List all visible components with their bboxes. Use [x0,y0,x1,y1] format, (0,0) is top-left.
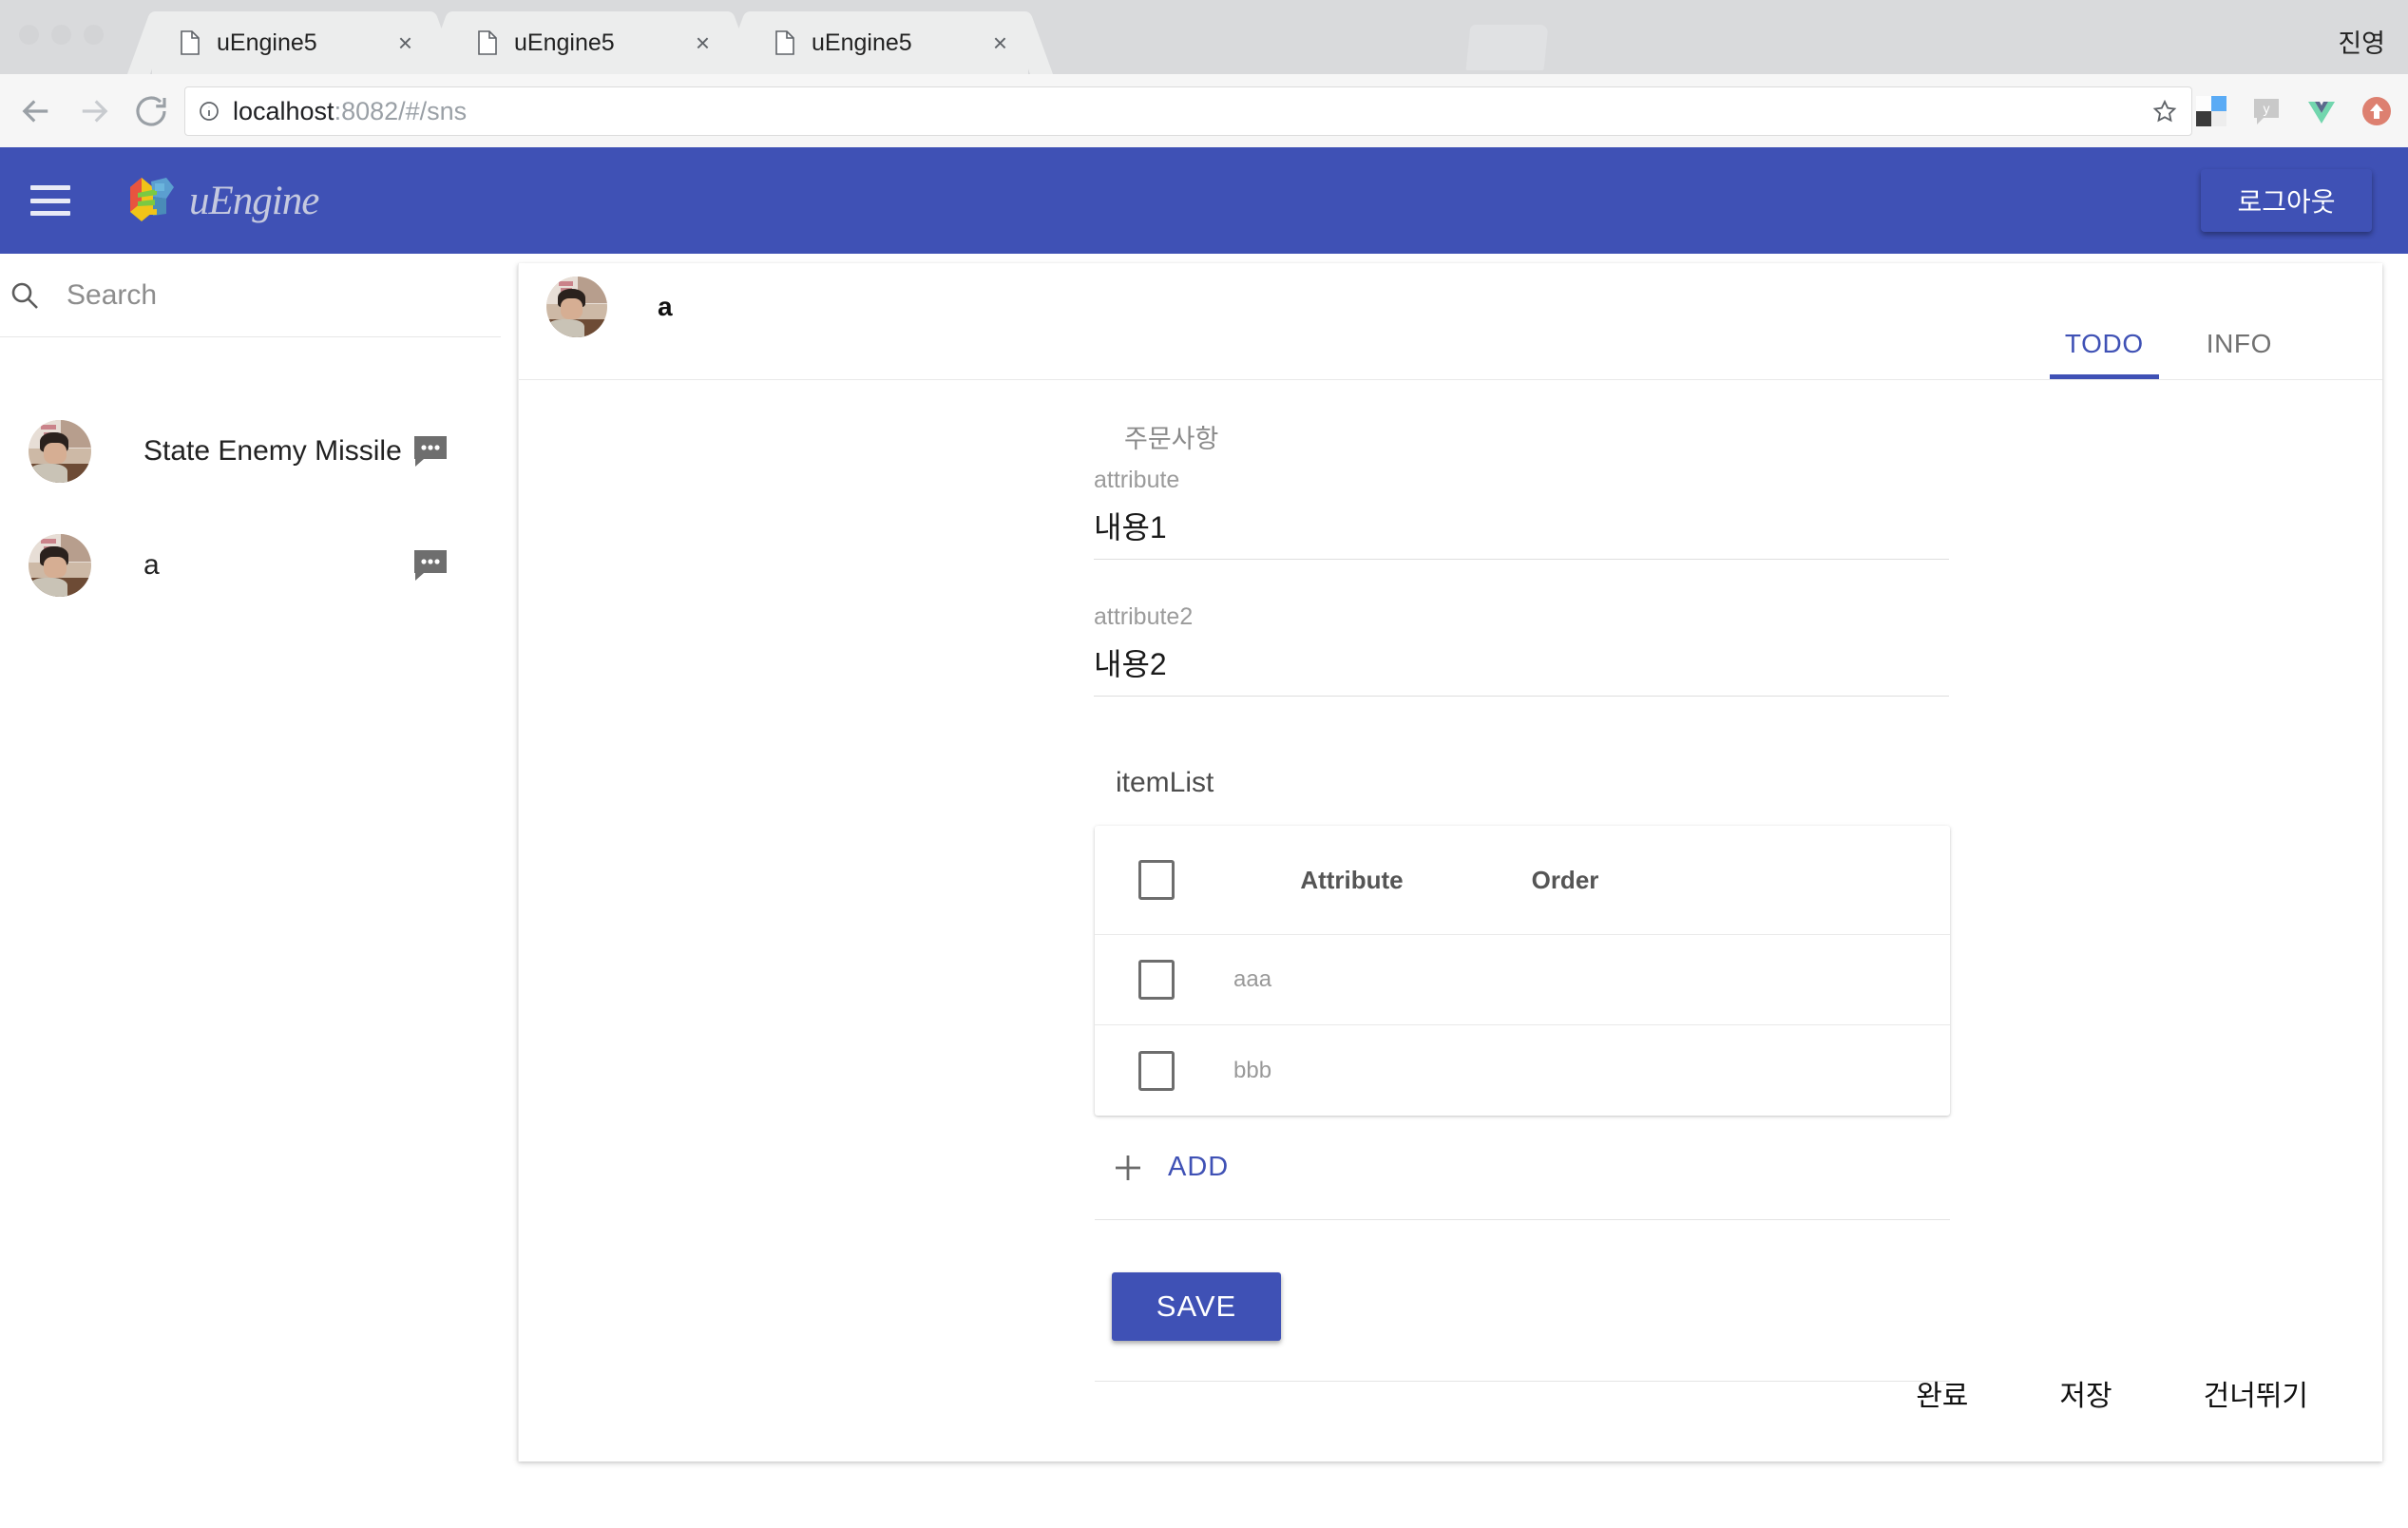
chat-bubble-icon[interactable] [411,546,449,584]
column-header-attribute: Attribute [1300,865,1404,894]
avatar [29,534,91,597]
search-row[interactable] [0,254,501,337]
hamburger-menu-icon[interactable] [30,185,70,216]
browser-tab-2[interactable]: uEngine5 × [449,11,731,74]
row-select-cell[interactable] [1095,960,1218,1000]
field-value[interactable]: 내용1 [1094,504,1949,559]
field-label: attribute [1094,467,1180,493]
list-item[interactable]: a [0,508,518,622]
content-header: a TODO INFO [519,263,2382,380]
browser-toolbar: localhost:8082/#/sns y [0,74,2408,147]
save-row: SAVE [1095,1220,1950,1382]
column-header-order: Order [1531,865,1599,894]
browser-tab-label: uEngine5 [217,29,317,56]
minimize-window-button[interactable] [51,25,71,45]
list-title: itemList [1116,767,1214,798]
row-select-cell[interactable] [1095,1050,1218,1091]
search-icon [8,278,42,313]
info-icon[interactable] [198,100,220,123]
address-bar-url: localhost:8082/#/sns [233,97,467,126]
checkbox-icon[interactable] [1138,960,1175,1000]
color-swatch-extension-icon[interactable] [2195,95,2227,127]
document-icon [181,30,200,55]
browser-tab-1[interactable]: uEngine5 × [152,11,433,74]
document-icon [775,30,794,55]
app-header: uEngine 로그아웃 [0,147,2408,254]
chat-bubble-icon[interactable] [411,432,449,470]
browser-tab-label: uEngine5 [514,29,615,56]
close-window-button[interactable] [19,25,39,45]
forward-arrow-icon[interactable] [74,91,114,131]
content-tabs: TODO INFO [2034,329,2303,379]
back-arrow-icon[interactable] [16,91,56,131]
avatar [546,277,607,337]
close-icon[interactable]: × [398,30,412,55]
window-traffic-lights[interactable] [19,25,104,45]
contact-list: State Enemy Missile a [0,394,518,622]
document-icon [478,30,497,55]
main-content-card: a TODO INFO 주문사항 attribute 내용1 attribute… [518,263,2382,1461]
reload-icon[interactable] [131,91,171,131]
checkbox-select-all-icon[interactable] [1138,860,1175,900]
cell-attribute: bbb [1233,1057,1272,1083]
browser-profile-name[interactable]: 진영 [2338,23,2385,60]
tab-todo[interactable]: TODO [2034,329,2175,379]
table-row[interactable]: bbb [1095,1025,1950,1116]
item-table: Attribute Order aaa bbb [1095,826,1950,1116]
field-value[interactable]: 내용2 [1094,640,1949,696]
address-bar[interactable]: localhost:8082/#/sns [184,86,2192,136]
close-icon[interactable]: × [993,30,1007,55]
checkbox-icon[interactable] [1138,1050,1175,1091]
table-header-row: Attribute Order [1095,826,1950,935]
select-all-cell[interactable] [1095,860,1218,900]
field-attribute[interactable]: attribute 내용1 [1094,455,1949,560]
vue-devtools-extension-icon[interactable] [2305,95,2338,127]
avatar [29,420,91,483]
url-host: localhost [233,96,334,125]
contact-name: State Enemy Missile [143,435,402,467]
yammer-extension-icon[interactable]: y [2250,95,2283,127]
url-path: :8082/#/sns [334,96,468,125]
footer-actions: 완료 저장 건너뛰기 [519,1372,2382,1414]
skip-button[interactable]: 건너뛰기 [2158,1372,2354,1414]
maximize-window-button[interactable] [84,25,104,45]
new-tab-button[interactable] [1465,25,1549,70]
plus-icon [1111,1151,1145,1185]
cell-attribute: aaa [1233,966,1272,992]
extension-icons: y [2195,95,2393,127]
field-label: attribute2 [1094,603,1194,630]
star-icon[interactable] [2151,98,2178,124]
sidebar: State Enemy Missile a [0,254,518,1528]
uengine-cube-logo-icon [123,174,180,227]
list-item[interactable]: State Enemy Missile [0,394,518,508]
complete-button[interactable]: 완료 [1870,1372,2014,1414]
logout-button[interactable]: 로그아웃 [2201,169,2372,232]
browser-tab-label: uEngine5 [812,29,912,56]
browser-tab-3[interactable]: uEngine5 × [747,11,1028,74]
add-button[interactable]: ADD [1168,1152,1229,1183]
section-title: 주문사항 [1124,425,1219,453]
table-row[interactable]: aaa [1095,935,1950,1025]
add-row[interactable]: ADD [1095,1116,1950,1220]
save-button[interactable]: SAVE [1112,1272,1281,1341]
tab-info[interactable]: INFO [2175,329,2303,379]
svg-text:y: y [2264,101,2270,116]
close-icon[interactable]: × [696,30,710,55]
browser-chrome: uEngine5 × uEngine5 × uEngine5 × 진영 loca… [0,0,2408,147]
browser-tabstrip: uEngine5 × uEngine5 × uEngine5 × 진영 [0,0,2408,74]
search-input[interactable] [67,278,501,312]
page-title: a [658,292,673,321]
contact-name: a [143,549,160,581]
brand-name: uEngine [189,178,319,223]
brand-logo-group[interactable]: uEngine [123,174,319,227]
save-draft-button[interactable]: 저장 [2014,1372,2157,1414]
upload-extension-icon[interactable] [2360,95,2393,127]
field-attribute2[interactable]: attribute2 내용2 [1094,592,1949,697]
form-area: 주문사항 attribute 내용1 attribute2 내용2 itemLi… [519,380,2382,1382]
